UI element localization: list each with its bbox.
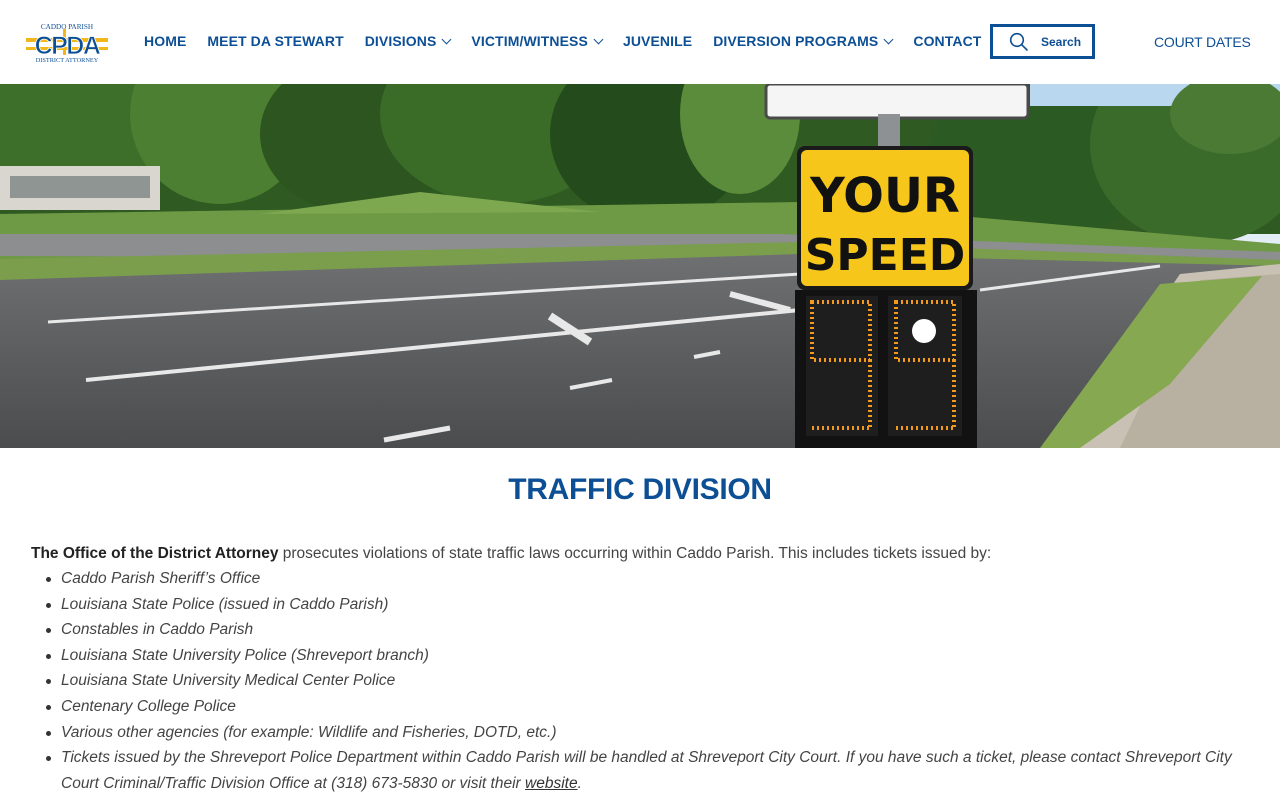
court-dates-link[interactable]: COURT DATES — [1154, 34, 1251, 50]
city-court-website-link[interactable]: website — [525, 775, 578, 792]
chevron-down-icon — [883, 34, 894, 44]
sign-text-speed: SPEED — [805, 230, 966, 281]
nav-label: CONTACT — [913, 33, 982, 49]
page-title: TRAFFIC DIVISION — [508, 473, 772, 506]
search-label: Search — [1041, 34, 1082, 49]
nav-item-home[interactable]: HOME — [144, 33, 186, 49]
nav-label: DIVISIONS — [364, 33, 437, 49]
nav-item-contact[interactable]: CONTACT — [913, 33, 981, 49]
search-icon — [1009, 32, 1028, 51]
nav-item-diversion-programs[interactable]: DIVERSION PROGRAMS — [713, 33, 894, 49]
intro-bold: The Office of the District Attorney — [31, 545, 279, 562]
list-item: Caddo Parish Sheriff’s Office — [46, 566, 1251, 592]
city-note-text: Tickets issued by the Shreveport Police … — [61, 749, 1232, 792]
nav-item-victim-witness[interactable]: VICTIM/WITNESS — [471, 33, 604, 49]
chevron-down-icon — [593, 34, 604, 44]
list-item: Louisiana State Police (issued in Caddo … — [46, 592, 1251, 618]
search-button[interactable]: Search — [990, 24, 1095, 59]
logo-bottom-text: DISTRICT ATTORNEY — [36, 57, 99, 64]
sign-text-your: YOUR — [809, 168, 960, 224]
list-item: Louisiana State University Police (Shrev… — [46, 643, 1251, 669]
intro-rest: prosecutes violations of state traffic l… — [278, 545, 992, 562]
nav-label: VICTIM/WITNESS — [471, 33, 588, 49]
logo-top-text: CADDO PARISH — [41, 23, 93, 31]
list-item: Centenary College Police — [46, 694, 1251, 720]
nav-label: MEET DA STEWART — [207, 33, 344, 49]
city-note-end: . — [577, 774, 582, 792]
nav-item-juvenile[interactable]: JUVENILE — [623, 33, 692, 49]
list-item: Louisiana State University Medical Cente… — [46, 668, 1251, 694]
hero-image: YOUR SPEED — [0, 84, 1280, 448]
nav-label: HOME — [144, 33, 187, 49]
nav-item-meet-da-stewart[interactable]: MEET DA STEWART — [207, 33, 343, 49]
speed-sign-photo: YOUR SPEED — [0, 84, 1280, 448]
nav-label: JUVENILE — [622, 33, 693, 49]
list-item: Various other agencies (for example: Wil… — [46, 720, 1251, 746]
nav-label: DIVERSION PROGRAMS — [713, 33, 879, 49]
list-item: Constables in Caddo Parish — [46, 617, 1251, 643]
main-nav: HOME MEET DA STEWART DIVISIONS VICTIM/WI… — [144, 33, 1002, 49]
agency-list: Caddo Parish Sheriff’s Office Louisiana … — [46, 566, 1251, 796]
list-item-city-court: Tickets issued by the Shreveport Police … — [46, 745, 1251, 796]
cpda-logo[interactable]: CADDO PARISH CPDA DISTRICT ATTORNEY — [26, 22, 108, 64]
nav-item-divisions[interactable]: DIVISIONS — [364, 33, 452, 49]
site-header: CADDO PARISH CPDA DISTRICT ATTORNEY HOME… — [0, 0, 1280, 84]
chevron-down-icon — [441, 34, 452, 44]
intro-paragraph: The Office of the District Attorney pros… — [31, 544, 991, 564]
logo-letters: CPDA — [35, 32, 101, 60]
